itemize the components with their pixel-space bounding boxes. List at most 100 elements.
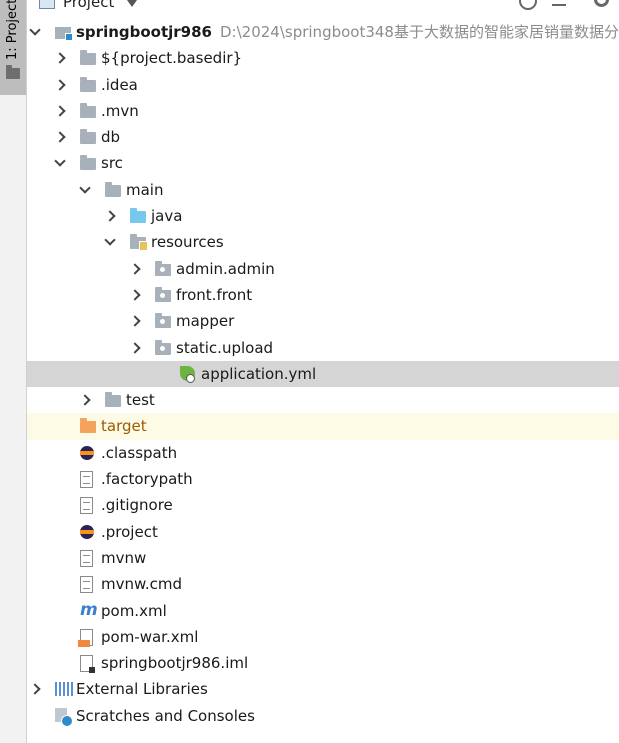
tree-node-label: Scratches and Consoles bbox=[76, 703, 255, 729]
tree-node[interactable]: target bbox=[27, 413, 619, 440]
tree-node[interactable]: db bbox=[27, 124, 619, 150]
tree-node[interactable]: static.upload bbox=[27, 335, 619, 361]
tree-node-text: springbootjr986 bbox=[76, 23, 212, 41]
chevron-down-icon[interactable] bbox=[29, 24, 41, 36]
tree-node[interactable]: .project bbox=[27, 519, 619, 545]
tree-node[interactable]: test bbox=[27, 387, 619, 413]
tree-node[interactable]: springbootjr986.iml bbox=[27, 650, 619, 676]
chevron-down-icon[interactable] bbox=[79, 182, 91, 194]
tree-node[interactable]: resources bbox=[27, 229, 619, 255]
gear-icon[interactable] bbox=[594, 0, 609, 7]
tree-node-text: mvnw.cmd bbox=[101, 575, 183, 594]
folder-icon bbox=[80, 102, 96, 118]
module-folder-icon bbox=[55, 27, 73, 41]
project-view-title[interactable]: Project bbox=[63, 0, 114, 11]
tree-node-label: mvnw bbox=[101, 545, 146, 571]
chevron-right-icon[interactable] bbox=[79, 394, 91, 406]
chevron-right-icon[interactable] bbox=[129, 315, 141, 327]
tree-node-text: mapper bbox=[176, 312, 235, 331]
tree-node[interactable]: application.yml bbox=[27, 360, 619, 388]
tree-node-label: pom-war.xml bbox=[101, 624, 198, 650]
package-folder-icon bbox=[155, 260, 171, 276]
project-view-icon bbox=[39, 0, 55, 9]
tree-node[interactable]: springbootjr986 D:\2024\springboot348基于大数… bbox=[27, 19, 619, 45]
tree-node-label: pom.xml bbox=[101, 598, 167, 624]
tree-node-label: .classpath bbox=[101, 440, 177, 466]
chevron-right-icon[interactable] bbox=[54, 52, 66, 64]
tree-node-text: .factorypath bbox=[101, 470, 193, 489]
tree-node-label: .factorypath bbox=[101, 466, 193, 492]
tree-node[interactable]: ${project.basedir} bbox=[27, 45, 619, 71]
tree-node-label: ${project.basedir} bbox=[101, 45, 242, 71]
tree-node-label: .project bbox=[101, 519, 158, 545]
tree-node-text: .gitignore bbox=[101, 496, 173, 515]
tree-node-label: resources bbox=[151, 229, 224, 255]
chevron-down-icon[interactable] bbox=[127, 0, 137, 7]
tree-node[interactable]: src bbox=[27, 150, 619, 176]
tree-node-label: test bbox=[126, 387, 155, 413]
tree-node-label: mapper bbox=[176, 308, 234, 334]
chevron-down-icon[interactable] bbox=[54, 155, 66, 168]
tree-node[interactable]: front.front bbox=[27, 282, 619, 308]
chevron-right-icon[interactable] bbox=[129, 289, 141, 301]
tree-node-label: mvnw.cmd bbox=[101, 571, 182, 597]
tree-node-label: application.yml bbox=[201, 361, 316, 387]
tree-node-text: target bbox=[101, 417, 147, 436]
package-folder-icon bbox=[155, 286, 171, 302]
folder-icon bbox=[80, 76, 96, 92]
tool-window-strip: 1: Project bbox=[0, 0, 27, 743]
scratches-icon bbox=[55, 707, 73, 727]
tree-node[interactable]: .gitignore bbox=[27, 492, 619, 518]
chevron-right-icon[interactable] bbox=[29, 683, 41, 696]
xml-file-icon bbox=[78, 628, 93, 647]
tree-node-text: java bbox=[151, 207, 183, 226]
locate-file-icon[interactable] bbox=[519, 0, 537, 10]
tree-node[interactable]: pom-war.xml bbox=[27, 624, 619, 650]
tree-node-label: java bbox=[151, 203, 182, 229]
tree-node[interactable]: mapper bbox=[27, 308, 619, 334]
tree-node[interactable]: main bbox=[27, 177, 619, 203]
tree-node[interactable]: admin.admin bbox=[27, 256, 619, 282]
tree-node[interactable]: .mvn bbox=[27, 98, 619, 124]
tree-node[interactable]: m pom.xml bbox=[27, 598, 619, 624]
folder-icon bbox=[80, 50, 96, 66]
tree-node[interactable]: java bbox=[27, 203, 619, 229]
chevron-right-icon[interactable] bbox=[54, 131, 66, 143]
tree-node-label: static.upload bbox=[176, 335, 273, 361]
chevron-right-icon[interactable] bbox=[104, 210, 116, 222]
tree-node-text: pom.xml bbox=[101, 601, 167, 620]
tree-node-text: springbootjr986.iml bbox=[101, 654, 249, 673]
tree-node-label: src bbox=[101, 150, 123, 176]
tree-node[interactable]: Scratches and Consoles bbox=[27, 703, 619, 729]
chevron-down-icon[interactable] bbox=[104, 234, 116, 247]
tree-node-label: target bbox=[101, 413, 147, 439]
project-tool-tab-label: 1: Project bbox=[5, 0, 20, 60]
tree-node[interactable]: mvnw bbox=[27, 545, 619, 571]
tree-node[interactable]: mvnw.cmd bbox=[27, 571, 619, 597]
tree-node-label: db bbox=[101, 124, 120, 150]
tree-node-label: .mvn bbox=[101, 98, 139, 124]
tree-node[interactable]: .factorypath bbox=[27, 466, 619, 492]
project-tree[interactable]: springbootjr986 D:\2024\springboot348基于大数… bbox=[27, 19, 619, 729]
tree-node[interactable]: .idea bbox=[27, 72, 619, 98]
folder-icon bbox=[6, 65, 20, 79]
maven-icon: m bbox=[80, 599, 98, 620]
tree-node-text: ${project.basedir} bbox=[101, 49, 243, 68]
tree-node-text: src bbox=[101, 154, 123, 173]
chevron-right-icon[interactable] bbox=[54, 78, 66, 91]
tree-node[interactable]: .classpath bbox=[27, 440, 619, 466]
tree-node-text: admin.admin bbox=[176, 259, 275, 278]
tree-node-label: .idea bbox=[101, 72, 138, 98]
tree-node-text: .project bbox=[101, 522, 158, 541]
tree-node-text: test bbox=[126, 391, 155, 410]
project-tool-tab[interactable]: 1: Project bbox=[0, 0, 26, 95]
tree-node[interactable]: External Libraries bbox=[27, 676, 619, 702]
collapse-all-icon[interactable] bbox=[550, 0, 568, 10]
chevron-right-icon[interactable] bbox=[54, 105, 66, 117]
tree-node-label: External Libraries bbox=[76, 676, 208, 702]
chevron-right-icon[interactable] bbox=[129, 341, 141, 354]
resources-folder-icon bbox=[130, 234, 148, 252]
tree-node-text: .mvn bbox=[101, 101, 139, 120]
chevron-right-icon[interactable] bbox=[129, 263, 141, 275]
text-file-icon bbox=[80, 576, 93, 594]
